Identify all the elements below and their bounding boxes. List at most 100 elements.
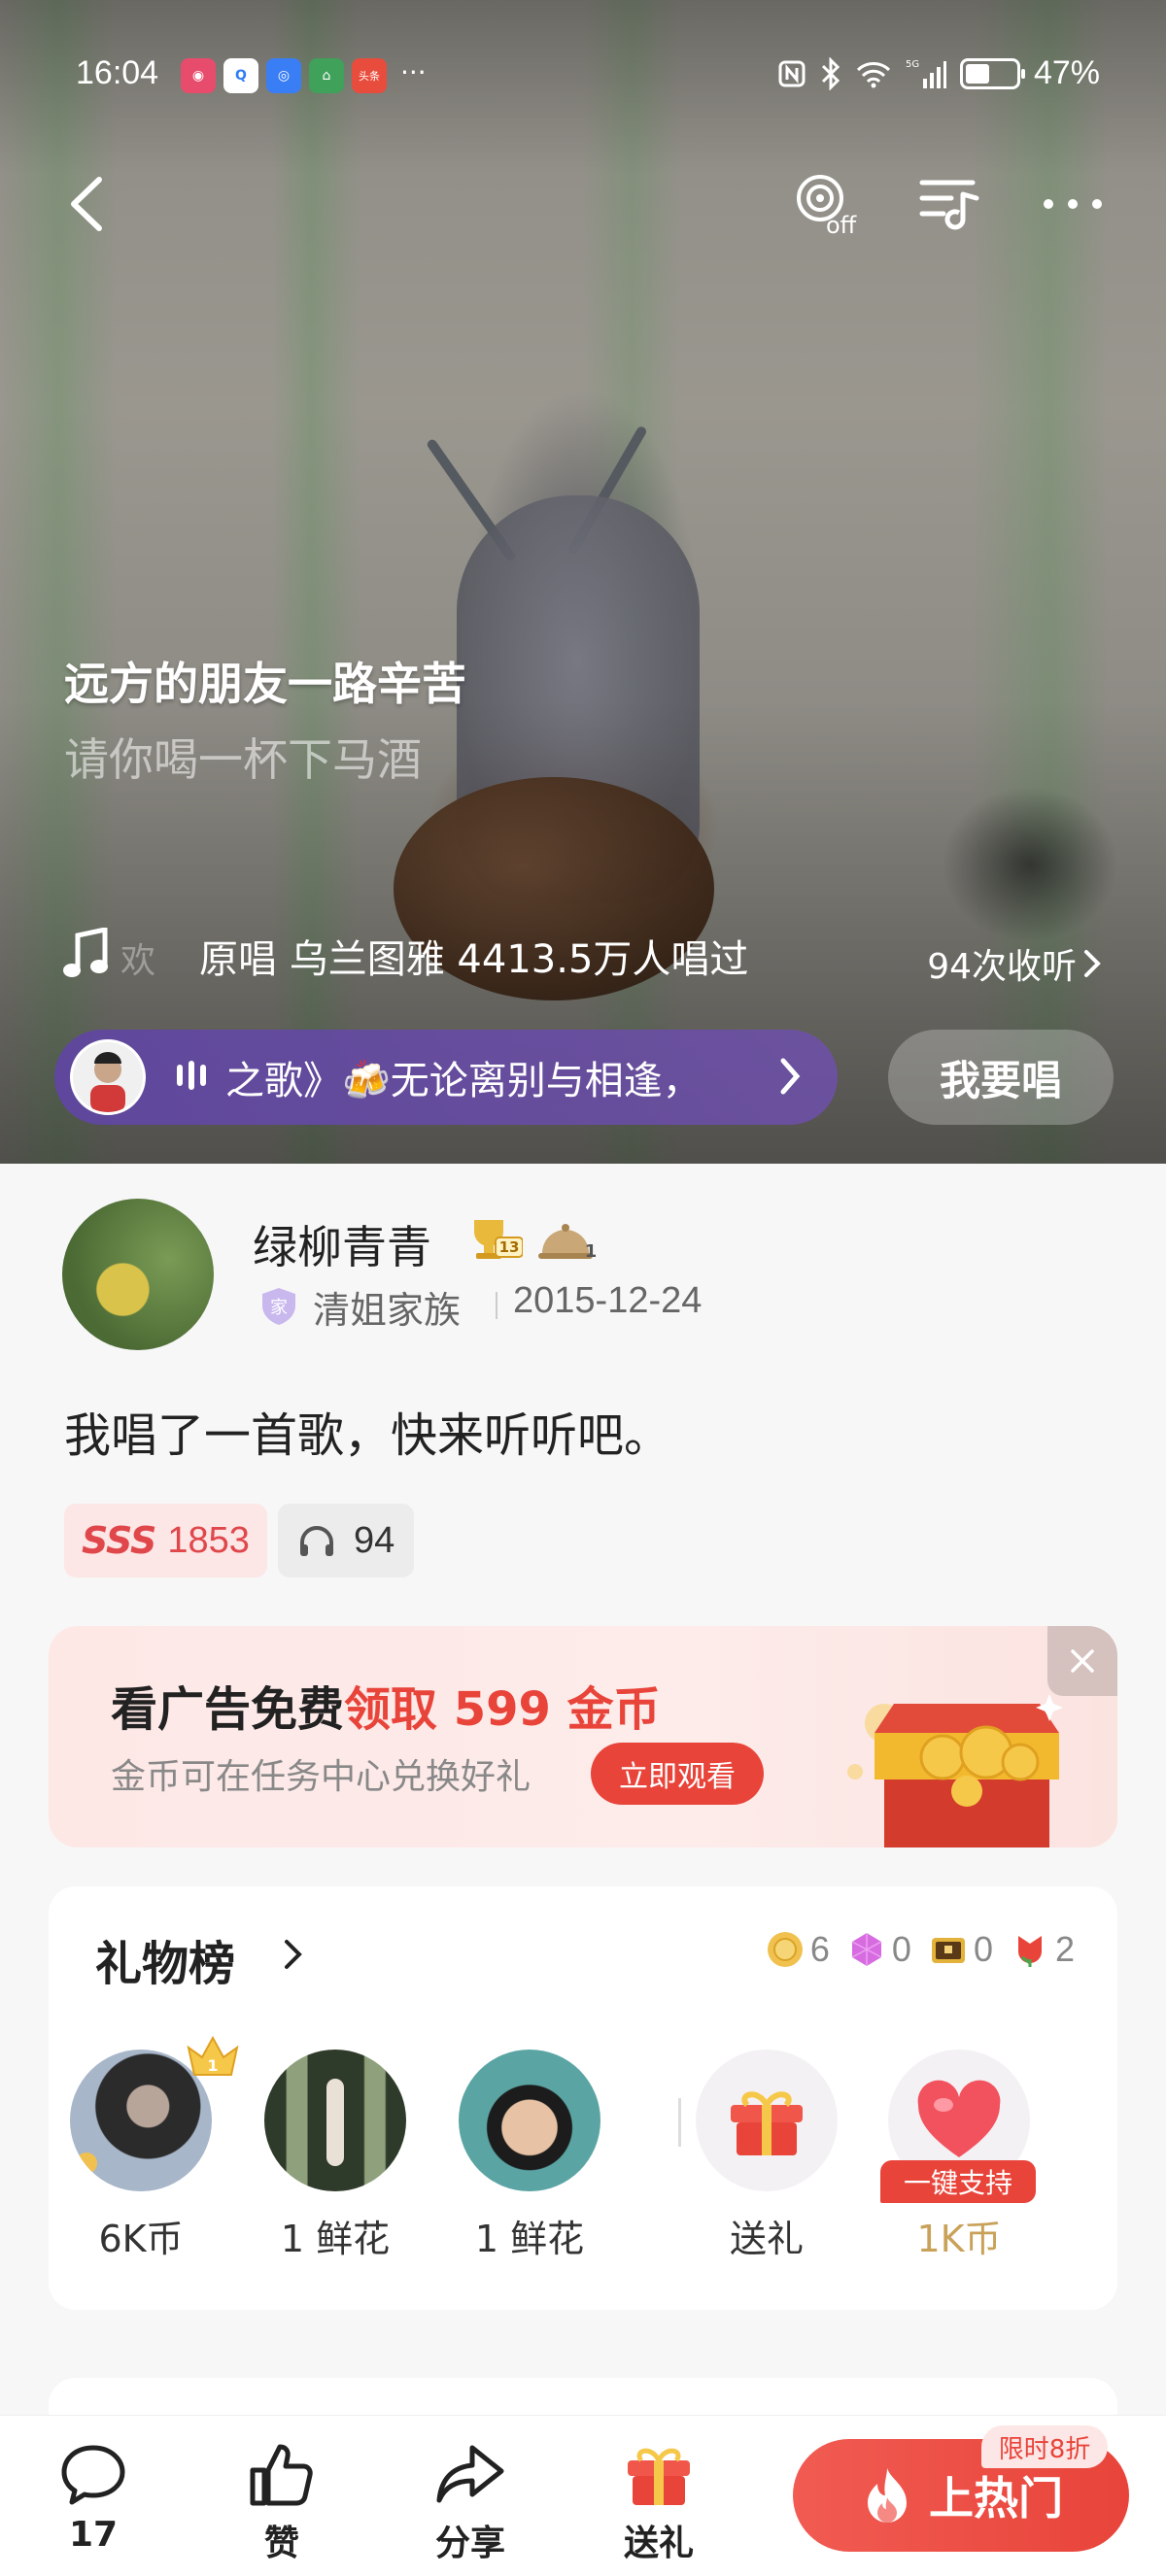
svg-text:5G: 5G: [906, 59, 919, 70]
comment-count: 17: [68, 2515, 119, 2555]
family-name[interactable]: 清姐家族: [313, 1280, 461, 1334]
like-button[interactable]: 赞: [223, 2437, 340, 2565]
post-date: 2015-12-24: [513, 1280, 703, 1321]
playlist-icon: [919, 180, 979, 230]
family-badge-char: 家: [270, 1298, 288, 1318]
top-gifter-3[interactable]: 1 鲜花: [457, 2050, 602, 2262]
watch-ad-button[interactable]: 立即观看: [591, 1743, 764, 1805]
marquee-user-avatar: [70, 1039, 146, 1115]
status-right: 5G 47%: [777, 54, 1100, 92]
sing-this-song-button[interactable]: 我要唱: [888, 1030, 1114, 1125]
back-button[interactable]: [60, 170, 119, 238]
support-amount: 1K币: [916, 2218, 1002, 2260]
marquee-text: 之歌》🍻无论离别与相逢，: [225, 1059, 702, 1103]
gift-ranking-title[interactable]: 礼物榜: [95, 1925, 235, 1993]
scrolling-song-title-fragment: 欢: [120, 941, 156, 981]
plays-count: 94: [354, 1519, 395, 1561]
flame-icon: [868, 2468, 907, 2523]
send-gift-label: 送礼: [729, 2218, 804, 2260]
score-badge[interactable]: SSS 1853: [64, 1504, 267, 1577]
flower-icon: [1017, 1936, 1042, 1967]
listen-count-label: 94次收听: [927, 947, 1077, 987]
song-origin-info[interactable]: 原唱 乌兰图雅 4413.5万人唱过: [199, 928, 748, 984]
gem-stat: 0: [847, 1929, 911, 1970]
sound-effect-off-button[interactable]: off: [785, 165, 863, 243]
live-comment-marquee[interactable]: 之歌》🍻无论离别与相逢，: [54, 1030, 838, 1125]
gifter-amount: 6K币: [98, 2218, 184, 2260]
plays-badge: 94: [278, 1504, 415, 1577]
bottom-action-bar: 17 赞 分享 送礼 上热门 限时8折: [0, 2415, 1166, 2576]
snail-body-image: [457, 495, 700, 903]
divider: [678, 2098, 681, 2147]
notification-app-icon-3: ◎: [266, 58, 301, 93]
thumbs-up-icon: [243, 2437, 321, 2511]
more-options-button[interactable]: [1034, 165, 1112, 243]
notification-app-icon-2: Q: [223, 58, 258, 93]
close-ad-button[interactable]: [1047, 1626, 1117, 1696]
trophy-level-icon: 13: [474, 1220, 523, 1259]
send-gift-action[interactable]: 送礼: [694, 2050, 840, 2262]
score-value: 1853: [167, 1519, 250, 1561]
comment-button[interactable]: 17: [35, 2437, 152, 2555]
battery-percent: 47%: [1033, 54, 1100, 91]
promote-hot-label: 上热门: [929, 2472, 1063, 2525]
snail-antenna-left: [425, 437, 518, 563]
music-note-icon[interactable]: [62, 926, 111, 982]
ad-title-prefix: 看广告免费: [111, 1682, 345, 1737]
send-gift-label: 送礼: [623, 2524, 694, 2563]
one-click-support-action[interactable]: 一键支持 1K币: [880, 2050, 1036, 2262]
bell-level-value: 1: [585, 1241, 598, 1262]
chest-count: 0: [973, 1929, 993, 1969]
post-description: 我唱了一首歌，快来听听吧。: [64, 1408, 671, 1463]
chevron-right-icon[interactable]: [282, 1937, 305, 1972]
gifter-amount: 1 鲜花: [280, 2218, 391, 2260]
status-time: 16:04: [76, 54, 159, 91]
listen-count-link[interactable]: 94次收听: [927, 938, 1102, 989]
share-label: 分享: [434, 2524, 505, 2563]
author-name[interactable]: 绿柳青青: [253, 1212, 431, 1276]
bell-level-icon: 1: [538, 1224, 598, 1262]
audio-bars-icon: [177, 1061, 206, 1090]
status-app-icons: ◉ Q ◎ ⌂ 头条 ···: [181, 58, 427, 93]
svg-text:off: off: [826, 212, 857, 239]
top-gifter-2[interactable]: 1 鲜花: [262, 2050, 408, 2262]
flower-stat: 2: [1011, 1929, 1075, 1970]
bluetooth-icon: [821, 56, 840, 90]
gift-ranking-card: 礼物榜 6 0 0 2 6K币 1 1 鲜花 1 鲜花 送礼 一键支持 1K币: [49, 1886, 1117, 2310]
top-gifter-1[interactable]: 6K币: [68, 2050, 214, 2262]
coin-count: 6: [809, 1929, 830, 1969]
gem-count: 0: [891, 1929, 911, 1969]
ad-title: 看广告免费领取 599 金币: [111, 1671, 661, 1739]
headphones-icon: [300, 1526, 333, 1556]
notification-app-icon-1: ◉: [181, 58, 216, 93]
like-label: 赞: [263, 2524, 299, 2563]
share-button[interactable]: 分享: [412, 2437, 529, 2565]
chevron-right-icon: [1084, 950, 1101, 977]
author-avatar[interactable]: [62, 1199, 214, 1350]
gifter-amount: 1 鲜花: [474, 2218, 585, 2260]
chevron-right-icon: [780, 1058, 801, 1095]
sound-off-icon: off: [797, 175, 857, 239]
gifter-avatar: [264, 2050, 406, 2191]
gifter-avatar: [459, 2050, 600, 2191]
ad-banner[interactable]: 看广告免费领取 599 金币 金币可在任务中心兑换好礼 立即观看: [49, 1626, 1117, 1847]
ad-title-highlight: 领取 599 金币: [344, 1682, 661, 1737]
send-gift-button[interactable]: 送礼: [600, 2437, 717, 2565]
treasure-chest-icon: [847, 1694, 1063, 1847]
post-content: 绿柳青青 13 1 家 清姐家族 2015-12-24 我唱了一首歌，快来听听吧…: [0, 1164, 1166, 2436]
score-grade: SSS: [82, 1519, 156, 1562]
share-icon: [431, 2437, 509, 2511]
playlist-button[interactable]: [913, 165, 991, 243]
lyric-next-line: 请你喝一杯下马酒: [64, 733, 422, 786]
discount-badge: 限时8折: [981, 2425, 1108, 2468]
more-dots-icon: [1044, 199, 1102, 209]
signal-icon: 5G: [906, 59, 946, 88]
ad-subtitle: 金币可在任务中心兑换好礼: [111, 1757, 532, 1797]
flower-count: 2: [1054, 1929, 1075, 1969]
divider: [496, 1292, 497, 1319]
gift-icon: [620, 2437, 698, 2511]
gem-icon: [851, 1933, 882, 1966]
status-bar: 16:04 ◉ Q ◎ ⌂ 头条 ··· 5G 47%: [0, 49, 1166, 97]
support-circle: 一键支持: [880, 2050, 1036, 2203]
crown-rank: 1: [207, 2056, 218, 2075]
